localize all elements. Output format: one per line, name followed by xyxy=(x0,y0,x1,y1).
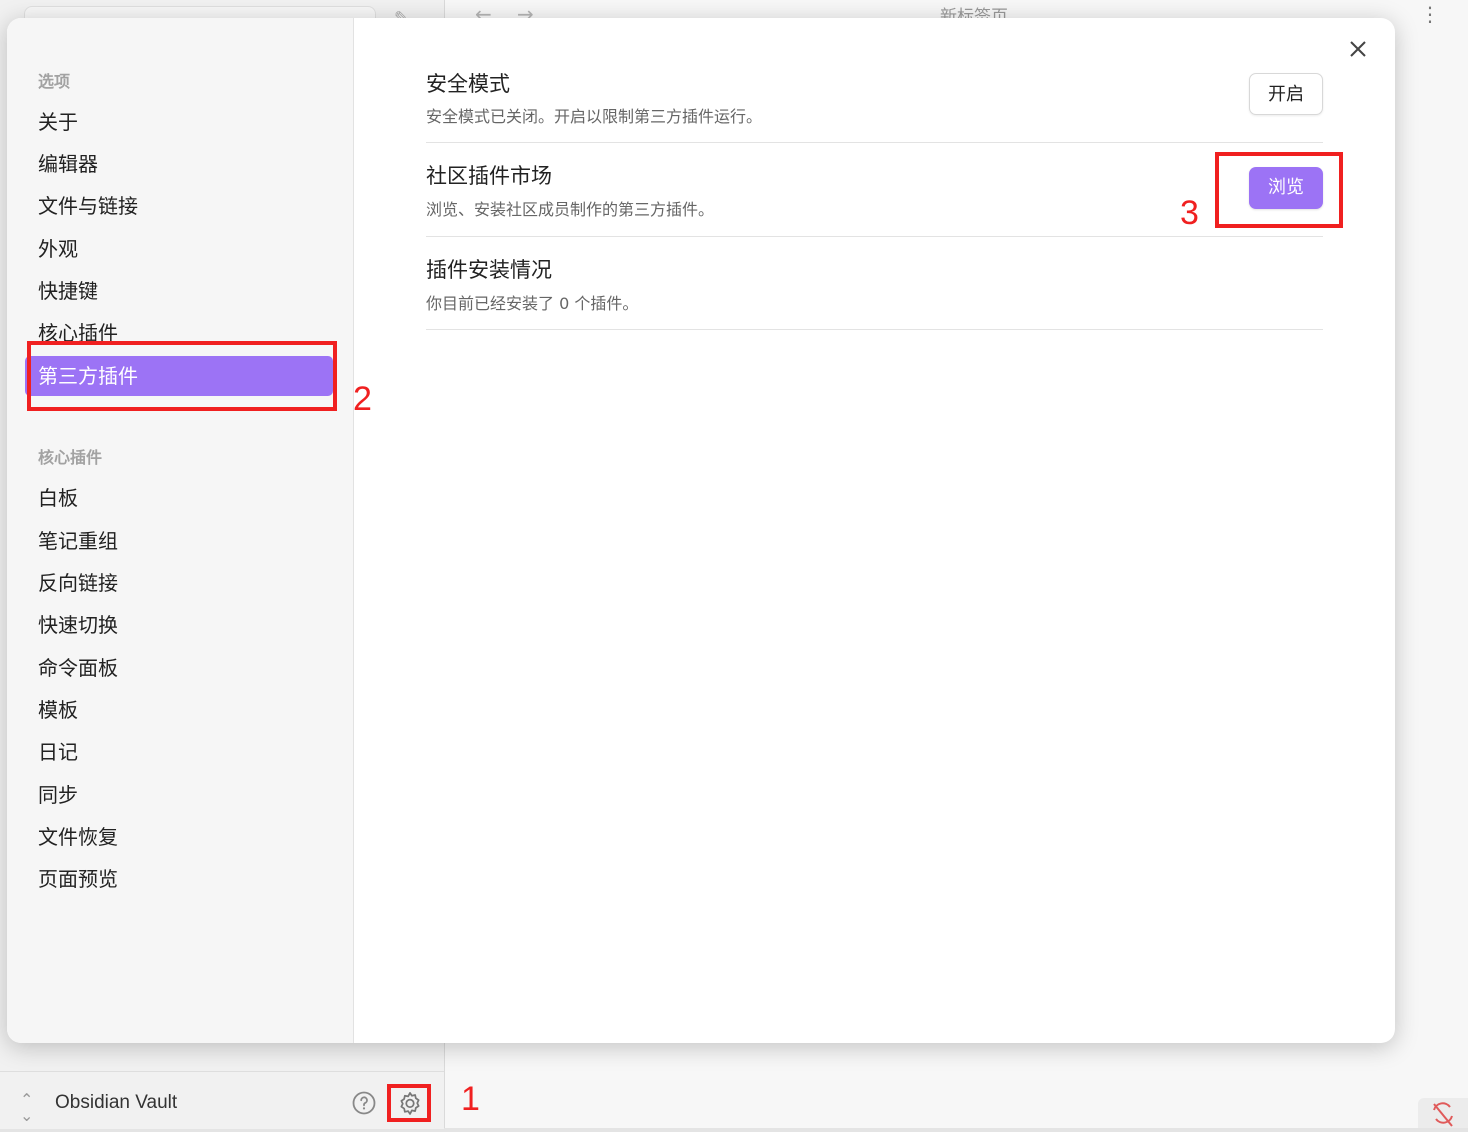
options-section-header: 选项 xyxy=(38,72,71,91)
sidebar-item-note-composer[interactable]: 笔记重组 xyxy=(25,521,333,561)
sidebar-item-appearance[interactable]: 外观 xyxy=(25,229,333,269)
vault-name[interactable]: Obsidian Vault xyxy=(55,1092,177,1114)
more-vertical-icon[interactable]: ⋮ xyxy=(1420,2,1440,26)
annotation-number-3: 3 xyxy=(1180,194,1199,232)
annotation-box-3 xyxy=(1215,152,1343,228)
core-plugins-section-header: 核心插件 xyxy=(38,448,103,467)
settings-sidebar: 选项 关于 编辑器 文件与链接 外观 快捷键 核心插件 第三方插件 核心插件 白… xyxy=(7,18,354,1043)
sidebar-item-files-links[interactable]: 文件与链接 xyxy=(25,186,333,226)
setting-description: 你目前已经安装了 0 个插件。 xyxy=(426,294,639,313)
vault-bar: ⌃ ⌄ Obsidian Vault xyxy=(0,1071,444,1129)
annotation-number-1: 1 xyxy=(461,1080,480,1118)
settings-modal: 选项 关于 编辑器 文件与链接 外观 快捷键 核心插件 第三方插件 核心插件 白… xyxy=(7,18,1395,1043)
sidebar-item-page-preview[interactable]: 页面预览 xyxy=(25,859,333,899)
setting-title: 社区插件市场 xyxy=(426,164,552,188)
sidebar-item-backlinks[interactable]: 反向链接 xyxy=(25,563,333,603)
sidebar-item-templates[interactable]: 模板 xyxy=(25,690,333,730)
setting-safe-mode: 安全模式 安全模式已关闭。开启以限制第三方插件运行。 开启 xyxy=(426,58,1323,143)
setting-description: 浏览、安装社区成员制作的第三方插件。 xyxy=(426,200,715,219)
setting-description: 安全模式已关闭。开启以限制第三方插件运行。 xyxy=(426,107,763,126)
setting-installed-plugins: 插件安装情况 你目前已经安装了 0 个插件。 xyxy=(426,236,1323,330)
annotation-box-2 xyxy=(27,341,337,411)
safe-mode-toggle-button[interactable]: 开启 xyxy=(1249,73,1323,115)
sidebar-item-canvas[interactable]: 白板 xyxy=(25,478,333,518)
close-icon[interactable] xyxy=(1347,38,1369,60)
sidebar-item-command-palette[interactable]: 命令面板 xyxy=(25,648,333,688)
sync-status-icon[interactable] xyxy=(1418,1098,1468,1128)
sidebar-item-hotkeys[interactable]: 快捷键 xyxy=(25,271,333,311)
sidebar-item-file-recovery[interactable]: 文件恢复 xyxy=(25,817,333,857)
sidebar-item-editor[interactable]: 编辑器 xyxy=(25,144,333,184)
sidebar-item-quick-switcher[interactable]: 快速切换 xyxy=(25,605,333,645)
annotation-box-1 xyxy=(387,1084,431,1122)
help-icon[interactable] xyxy=(352,1091,376,1115)
vault-switcher-icon[interactable]: ⌃ ⌄ xyxy=(20,1092,33,1124)
annotation-number-2: 2 xyxy=(353,380,372,418)
setting-title: 安全模式 xyxy=(426,72,510,96)
sidebar-item-sync[interactable]: 同步 xyxy=(25,775,333,815)
sidebar-item-about[interactable]: 关于 xyxy=(25,102,333,142)
sidebar-item-daily-notes[interactable]: 日记 xyxy=(25,732,333,772)
setting-title: 插件安装情况 xyxy=(426,258,552,282)
